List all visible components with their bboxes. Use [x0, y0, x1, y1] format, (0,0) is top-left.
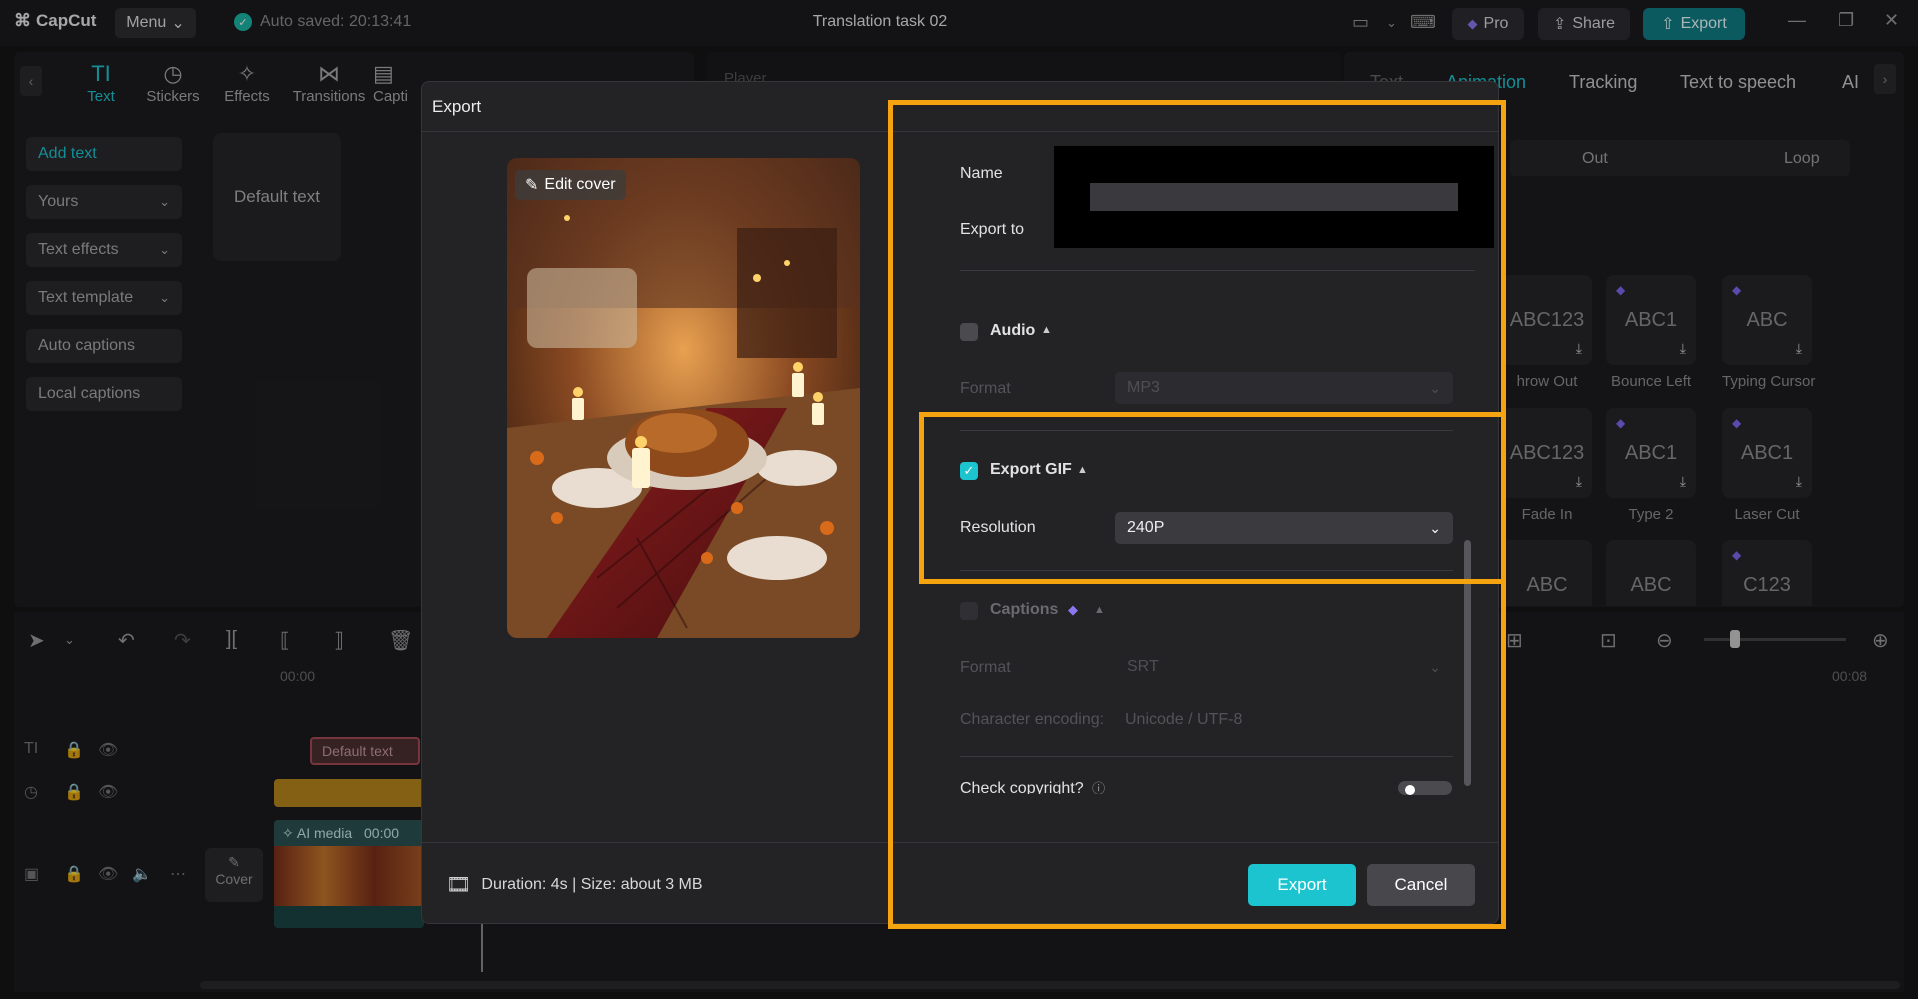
capcut-app: ⌘ CapCut Menu ⌄ ✓ Auto saved: 20:13:41 T… — [0, 0, 1918, 999]
edit-cover-label: Edit cover — [544, 176, 616, 193]
edit-icon: ✎ — [525, 177, 539, 194]
edit-cover-button[interactable]: ✎ Edit cover — [515, 170, 626, 200]
highlight-box-gif — [919, 412, 1506, 584]
cover-preview[interactable] — [507, 158, 860, 638]
thanksgiving-table-image — [507, 158, 860, 638]
export-summary: 🎞 Duration: 4s | Size: about 3 MB — [446, 872, 703, 897]
duration-size-text: Duration: 4s | Size: about 3 MB — [481, 875, 703, 893]
film-icon: 🎞 — [446, 874, 472, 896]
dialog-title: Export — [432, 97, 482, 116]
